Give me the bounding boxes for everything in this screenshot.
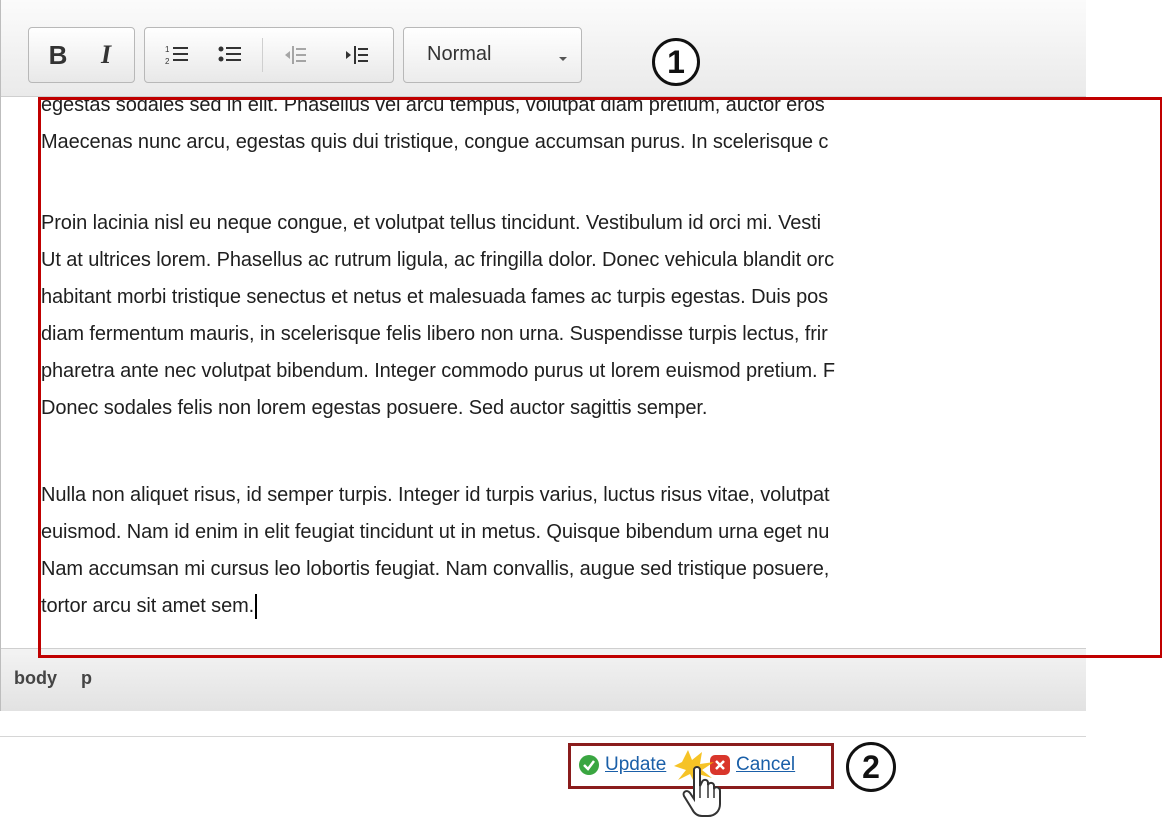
text-line: Nulla non aliquet risus, id semper turpi… [41,484,830,506]
format-value: Normal [427,43,492,65]
paragraph: egestas sodales sed in elit. Phasellus v… [41,97,1086,161]
check-circle-icon [579,755,599,775]
hand-pointer-icon [672,748,726,823]
italic-button[interactable]: I [85,28,127,82]
text-line: Nam accumsan mi cursus leo lobortis feug… [41,558,830,580]
text-style-group: B I [28,27,135,83]
text-line: Maecenas nunc arcu, egestas quis dui tri… [41,131,829,153]
list-indent-group: 12 [144,27,394,83]
indent-icon[interactable] [335,28,379,82]
text-line: Proin lacinia nisl eu neque congue, et v… [41,212,821,234]
svg-text:2: 2 [165,57,170,66]
svg-text:1: 1 [165,45,170,54]
text-line: diam fermentum mauris, in scelerisque fe… [41,323,828,345]
path-crumb-p[interactable]: p [81,668,92,689]
text-line: habitant morbi tristique senectus et net… [41,286,829,308]
text-line: Donec sodales felis non lorem egestas po… [41,397,708,419]
paragraph-format-dropdown[interactable]: Normal [403,27,582,83]
paragraph: Proin lacinia nisl eu neque congue, et v… [41,205,1086,427]
text-line: pharetra ante nec volutpat bibendum. Int… [41,360,836,382]
divider [0,736,1086,737]
cancel-label: Cancel [736,754,796,775]
text-cursor [255,594,258,620]
callout-marker-1: 1 [652,38,700,86]
toolbar-separator [262,38,263,72]
bullet-list-icon[interactable] [208,28,252,82]
callout-marker-2: 2 [846,742,896,792]
text-line: Ut at ultrices lorem. Phasellus ac rutru… [41,249,834,271]
element-path-bar: body p [1,648,1086,711]
text-line: euismod. Nam id enim in elit feugiat tin… [41,521,830,543]
update-button[interactable]: Update [578,754,666,776]
paragraph: Nulla non aliquet risus, id semper turpi… [41,477,1086,625]
numbered-list-icon[interactable]: 12 [155,28,199,82]
text-line-with-cursor: tortor arcu sit amet sem. [41,588,1086,625]
bold-button[interactable]: B [37,28,79,82]
outdent-icon[interactable] [273,28,317,82]
editor-content-area[interactable]: egestas sodales sed in elit. Phasellus v… [1,97,1086,645]
chevron-down-icon [558,50,568,68]
path-crumb-body[interactable]: body [14,668,57,689]
editor-toolbar: B I 12 Normal 1 [1,0,1086,97]
update-label: Update [605,754,667,775]
text-line: tortor arcu sit amet sem. [41,595,255,617]
rich-text-editor: B I 12 Normal 1 egestas sodales sed in e… [0,0,1086,711]
text-line: egestas sodales sed in elit. Phasellus v… [41,97,825,116]
